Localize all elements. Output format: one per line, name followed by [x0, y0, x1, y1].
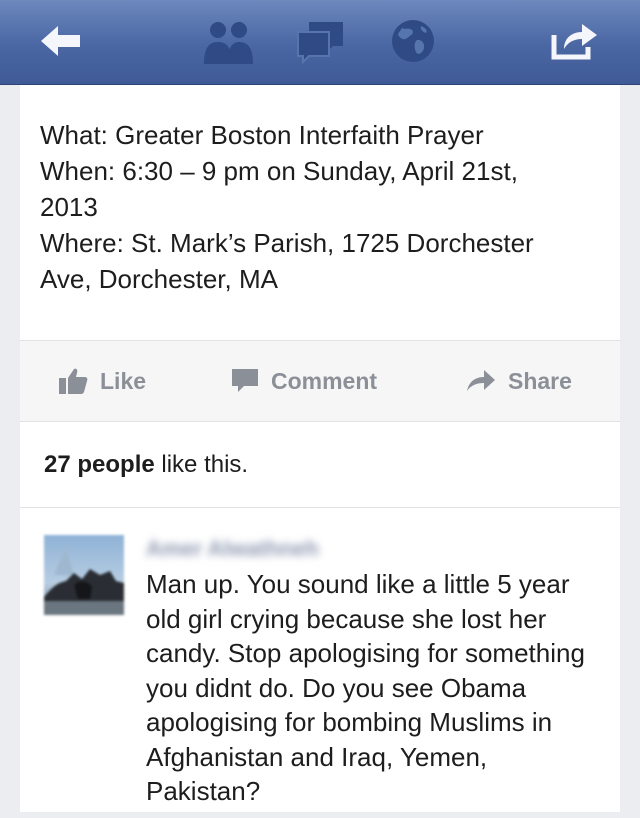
post-when-line: When: 6:30 – 9 pm on Sunday, April 21st,	[40, 156, 518, 186]
comment-button[interactable]: Comment	[231, 341, 377, 421]
globe-icon	[392, 20, 434, 62]
share-label: Share	[508, 367, 572, 394]
likes-text: 27 people like this.	[44, 451, 248, 479]
post-where-line-cont: Ave, Dorchester, MA	[40, 264, 278, 294]
post-actions-bar: Like Comment Share	[20, 340, 620, 422]
likes-summary[interactable]: 27 people like this.	[20, 421, 620, 508]
notifications-button[interactable]	[378, 14, 448, 68]
commenter-avatar[interactable]	[44, 535, 124, 615]
comment-text: Man up. You sound like a little 5 year o…	[146, 569, 585, 806]
avatar-image-icon	[44, 547, 124, 615]
friends-icon	[204, 22, 253, 64]
thumbs-up-icon	[59, 368, 88, 394]
messages-icon	[297, 22, 343, 64]
post-what-line: What: Greater Boston Interfaith Prayer	[40, 120, 484, 150]
back-button[interactable]	[26, 14, 96, 68]
likes-suffix: like this.	[154, 451, 249, 478]
post-card: What: Greater Boston Interfaith Prayer W…	[20, 85, 620, 812]
share-icon	[551, 24, 597, 60]
share-post-button[interactable]: Share	[466, 341, 572, 421]
friend-requests-button[interactable]	[194, 14, 264, 68]
comment-bubble-icon	[232, 369, 258, 392]
likes-count: 27 people	[44, 451, 155, 478]
like-button[interactable]: Like	[58, 341, 146, 421]
post-where-line: Where: St. Mark’s Parish, 1725 Dorcheste…	[40, 228, 534, 258]
messages-button[interactable]	[286, 14, 356, 68]
top-navigation-bar	[0, 0, 640, 85]
post-when-line-cont: 2013	[40, 192, 98, 222]
commenter-name[interactable]: Amer Alwathneh	[146, 536, 366, 561]
like-label: Like	[100, 367, 147, 394]
share-button[interactable]	[538, 14, 612, 68]
share-arrow-icon	[467, 370, 495, 391]
post-body: What: Greater Boston Interfaith Prayer W…	[40, 117, 605, 297]
comment-item: Amer Alwathneh Man up. You sound like a …	[20, 508, 620, 818]
comment-label: Comment	[271, 367, 378, 394]
back-arrow-icon	[41, 26, 80, 56]
